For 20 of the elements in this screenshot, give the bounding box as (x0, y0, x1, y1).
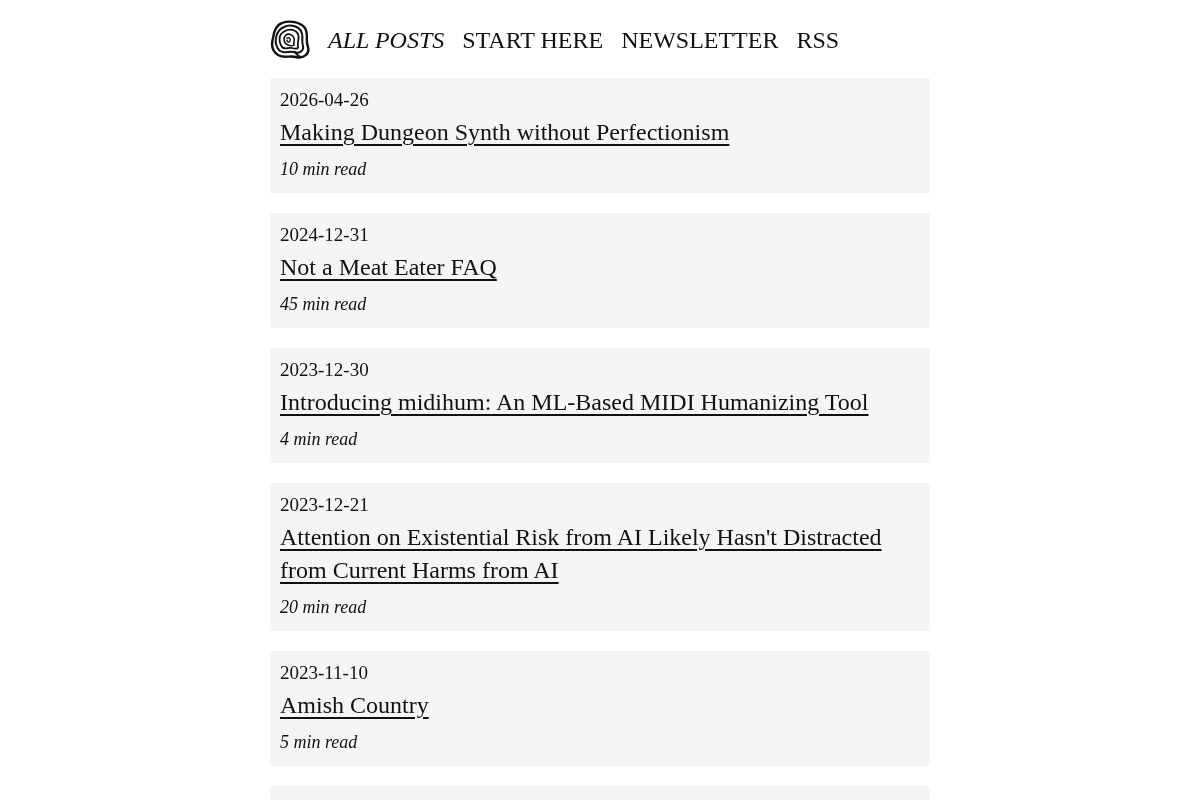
post-date: 2024-12-31 (280, 223, 369, 247)
post-title-link[interactable]: Amish Country (280, 689, 429, 722)
nav-link[interactable]: NEWSLETTER (621, 25, 779, 55)
post-title-link[interactable]: Attention on Existential Risk from AI Likely Hasn't Distracted from Current Harms from AI (280, 521, 920, 587)
post-title-link[interactable]: Introducing midihum: An ML-Based MIDI Humanizing Tool (280, 386, 869, 419)
read-time: 5 min read (280, 731, 358, 754)
post-date: 2023-12-30 (280, 358, 369, 382)
read-time: 4 min read (280, 428, 358, 451)
read-time: 20 min read (280, 596, 367, 619)
nav-link[interactable]: ALL POSTS (328, 25, 445, 55)
nav-link[interactable]: START HERE (462, 25, 604, 55)
swirl-logo-icon[interactable] (270, 20, 310, 60)
post-date: 2026-04-26 (280, 88, 369, 112)
read-time: 10 min read (280, 158, 367, 181)
post-date: 2023-12-21 (280, 493, 369, 517)
nav-link[interactable]: RSS (796, 25, 840, 55)
post-title-link[interactable]: Making Dungeon Synth without Perfectionism (280, 116, 730, 149)
read-time: 45 min read (280, 293, 367, 316)
post-date: 2023-11-10 (280, 661, 368, 685)
post-title-link[interactable]: Not a Meat Eater FAQ (280, 251, 497, 284)
